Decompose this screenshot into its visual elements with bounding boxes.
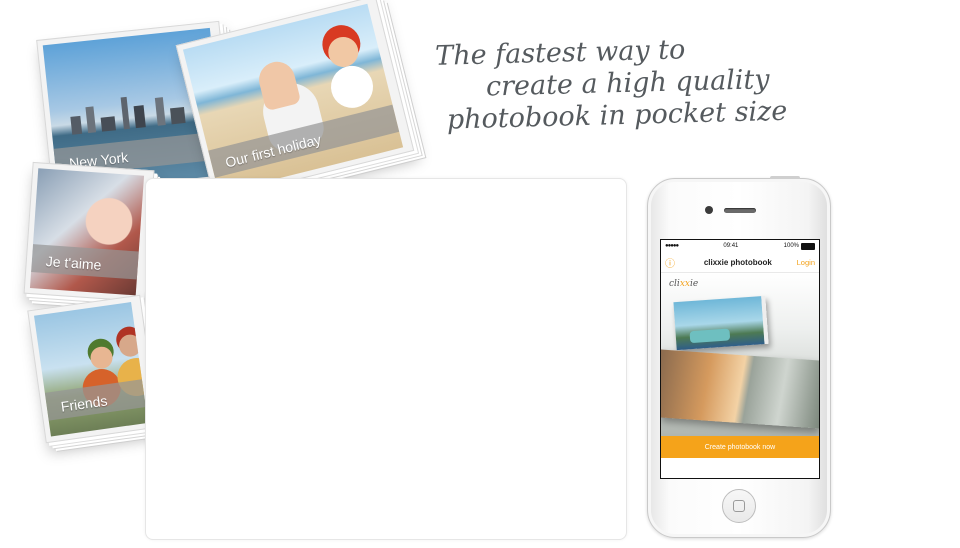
front-camera-icon xyxy=(705,206,713,214)
video-panel[interactable] xyxy=(145,178,627,540)
logo-text-mid: xx xyxy=(679,279,690,289)
login-link[interactable]: Login xyxy=(797,258,815,267)
photobook-friends: Friends xyxy=(27,294,159,444)
battery-percent: 100% xyxy=(783,243,799,249)
open-photobook-image xyxy=(661,349,819,429)
photobook-je-taime: Je t'aime xyxy=(23,161,155,303)
battery-icon xyxy=(801,242,815,250)
clixxie-logo: clixxie xyxy=(669,279,698,289)
logo-text-start: cli xyxy=(669,279,680,289)
create-photobook-button[interactable]: Create photobook now xyxy=(661,436,819,458)
app-nav-bar: ⓘ clixxie photobook Login xyxy=(661,252,819,273)
iphone-mockup: ●●●●● 09:41 100% ⓘ clixxie photobook Log… xyxy=(647,176,831,538)
child-figure xyxy=(325,33,362,71)
status-time: 09:41 xyxy=(723,243,739,249)
app-content: clixxie Create photobook now xyxy=(661,273,819,458)
child-figure xyxy=(255,57,302,112)
logo-text-end: ie xyxy=(689,279,699,289)
phone-screen: ●●●●● 09:41 100% ⓘ clixxie photobook Log… xyxy=(660,239,820,479)
signal-indicator: ●●●●● xyxy=(665,243,679,249)
book-cover-photo: Je t'aime xyxy=(29,168,145,296)
sleep-button xyxy=(770,176,800,179)
speaker-grille xyxy=(724,208,756,213)
tagline: The fastest way to create a high quality… xyxy=(431,31,813,137)
status-bar: ●●●●● 09:41 100% xyxy=(661,240,819,252)
person-figure xyxy=(89,345,114,371)
info-icon[interactable]: ⓘ xyxy=(665,255,679,270)
sample-photobook-image xyxy=(673,295,769,351)
home-button xyxy=(722,489,756,523)
app-title: clixxie photobook xyxy=(703,257,772,267)
book-cover-photo: Friends xyxy=(34,302,149,437)
battery-indicator: 100% xyxy=(783,242,815,250)
